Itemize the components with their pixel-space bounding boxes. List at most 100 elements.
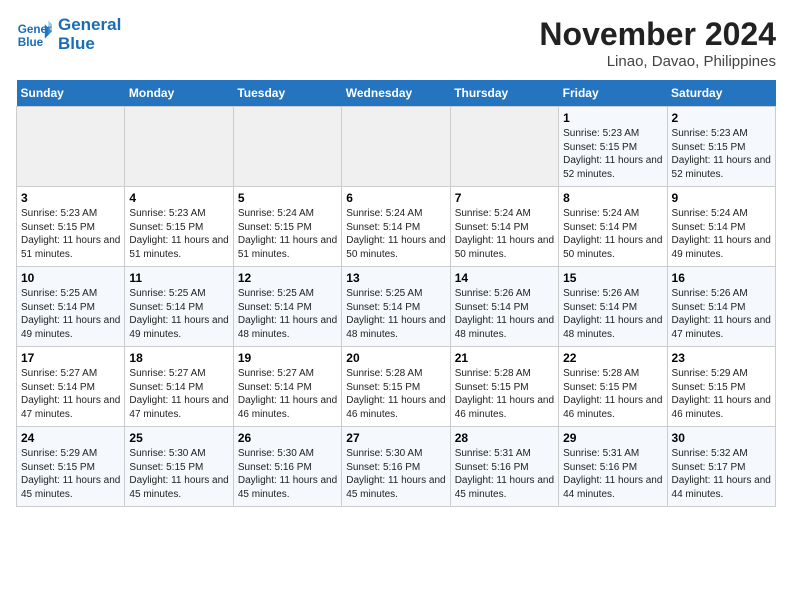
day-info: Sunrise: 5:24 AMSunset: 5:15 PMDaylight:…	[238, 207, 337, 261]
calendar-table: SundayMondayTuesdayWednesdayThursdayFrid…	[16, 80, 776, 507]
weekday-header-wednesday: Wednesday	[342, 80, 450, 107]
page-header: General Blue General Blue November 2024 …	[16, 16, 776, 70]
svg-text:Blue: Blue	[18, 35, 44, 48]
day-info: Sunrise: 5:24 AMSunset: 5:14 PMDaylight:…	[672, 207, 771, 261]
calendar-cell: 13 Sunrise: 5:25 AMSunset: 5:14 PMDayligh…	[342, 267, 450, 347]
day-number: 6	[346, 191, 445, 205]
day-number: 11	[129, 271, 228, 285]
calendar-cell: 11Sunrise: 5:25 AMSunset: 5:14 PMDayligh…	[125, 267, 233, 347]
weekday-header-row: SundayMondayTuesdayWednesdayThursdayFrid…	[17, 80, 776, 107]
weekday-header-friday: Friday	[559, 80, 667, 107]
calendar-week-5: 24Sunrise: 5:29 AMSunset: 5:15 PMDayligh…	[17, 427, 776, 507]
logo-icon: General Blue	[16, 17, 52, 53]
calendar-cell: 16Sunrise: 5:26 AMSunset: 5:14 PMDayligh…	[667, 267, 775, 347]
calendar-cell: 21Sunrise: 5:28 AMSunset: 5:15 PMDayligh…	[450, 347, 558, 427]
day-info: Sunrise: 5:24 AMSunset: 5:14 PMDaylight:…	[563, 207, 662, 261]
day-number: 17	[21, 351, 120, 365]
weekday-header-monday: Monday	[125, 80, 233, 107]
day-number: 3	[21, 191, 120, 205]
calendar-cell: 12Sunrise: 5:25 AMSunset: 5:14 PMDayligh…	[233, 267, 341, 347]
day-info: Sunrise: 5:27 AMSunset: 5:14 PMDaylight:…	[238, 367, 337, 421]
calendar-cell	[342, 107, 450, 187]
calendar-cell: 7 Sunrise: 5:24 AMSunset: 5:14 PMDaylight…	[450, 187, 558, 267]
day-info: Sunrise: 5:23 AMSunset: 5:15 PMDaylight:…	[129, 207, 228, 261]
day-number: 4	[129, 191, 228, 205]
day-info: Sunrise: 5:27 AMSunset: 5:14 PMDaylight:…	[21, 367, 120, 421]
day-info: Sunrise: 5:30 AMSunset: 5:16 PMDaylight:…	[346, 447, 445, 501]
day-number: 8	[563, 191, 662, 205]
calendar-week-1: 1 Sunrise: 5:23 AMSunset: 5:15 PMDaylight…	[17, 107, 776, 187]
day-info: Sunrise: 5:28 AMSunset: 5:15 PMDaylight:…	[563, 367, 662, 421]
calendar-cell: 15 Sunrise: 5:26 AMSunset: 5:14 PMDayligh…	[559, 267, 667, 347]
day-number: 7	[455, 191, 554, 205]
calendar-cell: 10 Sunrise: 5:25 AMSunset: 5:14 PMDayligh…	[17, 267, 125, 347]
calendar-week-2: 3 Sunrise: 5:23 AMSunset: 5:15 PMDaylight…	[17, 187, 776, 267]
day-number: 20	[346, 351, 445, 365]
calendar-cell: 1 Sunrise: 5:23 AMSunset: 5:15 PMDaylight…	[559, 107, 667, 187]
calendar-cell: 17 Sunrise: 5:27 AMSunset: 5:14 PMDayligh…	[17, 347, 125, 427]
day-info: Sunrise: 5:24 AMSunset: 5:14 PMDaylight:…	[455, 207, 554, 261]
day-info: Sunrise: 5:25 AMSunset: 5:14 PMDaylight:…	[21, 287, 120, 341]
calendar-week-4: 17 Sunrise: 5:27 AMSunset: 5:14 PMDayligh…	[17, 347, 776, 427]
calendar-cell: 4 Sunrise: 5:23 AMSunset: 5:15 PMDaylight…	[125, 187, 233, 267]
calendar-cell	[450, 107, 558, 187]
day-number: 15	[563, 271, 662, 285]
day-info: Sunrise: 5:29 AMSunset: 5:15 PMDaylight:…	[21, 447, 120, 501]
title-block: November 2024 Linao, Davao, Philippines	[539, 16, 776, 70]
calendar-cell: 19 Sunrise: 5:27 AMSunset: 5:14 PMDayligh…	[233, 347, 341, 427]
day-info: Sunrise: 5:31 AMSunset: 5:16 PMDaylight:…	[455, 447, 554, 501]
day-info: Sunrise: 5:23 AMSunset: 5:15 PMDaylight:…	[21, 207, 120, 261]
day-info: Sunrise: 5:25 AMSunset: 5:14 PMDaylight:…	[346, 287, 445, 341]
calendar-cell	[17, 107, 125, 187]
day-number: 21	[455, 351, 554, 365]
day-number: 28	[455, 431, 554, 445]
day-info: Sunrise: 5:25 AMSunset: 5:14 PMDaylight:…	[238, 287, 337, 341]
logo-wordmark: General Blue	[58, 16, 121, 53]
day-number: 25	[129, 431, 228, 445]
day-number: 27	[346, 431, 445, 445]
calendar-cell: 8 Sunrise: 5:24 AMSunset: 5:14 PMDaylight…	[559, 187, 667, 267]
calendar-cell	[233, 107, 341, 187]
page-title: November 2024	[539, 16, 776, 53]
day-number: 14	[455, 271, 554, 285]
day-number: 22	[563, 351, 662, 365]
calendar-cell: 5 Sunrise: 5:24 AMSunset: 5:15 PMDaylight…	[233, 187, 341, 267]
day-info: Sunrise: 5:26 AMSunset: 5:14 PMDaylight:…	[563, 287, 662, 341]
calendar-cell: 23Sunrise: 5:29 AMSunset: 5:15 PMDayligh…	[667, 347, 775, 427]
day-number: 19	[238, 351, 337, 365]
calendar-cell: 26 Sunrise: 5:30 AMSunset: 5:16 PMDayligh…	[233, 427, 341, 507]
page-subtitle: Linao, Davao, Philippines	[539, 53, 776, 70]
day-number: 10	[21, 271, 120, 285]
calendar-cell: 28 Sunrise: 5:31 AMSunset: 5:16 PMDayligh…	[450, 427, 558, 507]
calendar-cell: 9 Sunrise: 5:24 AMSunset: 5:14 PMDaylight…	[667, 187, 775, 267]
day-info: Sunrise: 5:26 AMSunset: 5:14 PMDaylight:…	[672, 287, 771, 341]
calendar-cell: 3 Sunrise: 5:23 AMSunset: 5:15 PMDaylight…	[17, 187, 125, 267]
day-number: 23	[672, 351, 771, 365]
calendar-cell: 2Sunrise: 5:23 AMSunset: 5:15 PMDaylight…	[667, 107, 775, 187]
day-info: Sunrise: 5:23 AMSunset: 5:15 PMDaylight:…	[672, 127, 771, 181]
calendar-cell: 14 Sunrise: 5:26 AMSunset: 5:14 PMDayligh…	[450, 267, 558, 347]
day-number: 26	[238, 431, 337, 445]
day-info: Sunrise: 5:23 AMSunset: 5:15 PMDaylight:…	[563, 127, 662, 181]
weekday-header-sunday: Sunday	[17, 80, 125, 107]
day-info: Sunrise: 5:27 AMSunset: 5:14 PMDaylight:…	[129, 367, 228, 421]
calendar-header: SundayMondayTuesdayWednesdayThursdayFrid…	[17, 80, 776, 107]
day-number: 1	[563, 111, 662, 125]
day-info: Sunrise: 5:30 AMSunset: 5:15 PMDaylight:…	[129, 447, 228, 501]
day-info: Sunrise: 5:31 AMSunset: 5:16 PMDaylight:…	[563, 447, 662, 501]
day-number: 9	[672, 191, 771, 205]
calendar-cell: 29Sunrise: 5:31 AMSunset: 5:16 PMDayligh…	[559, 427, 667, 507]
calendar-cell: 25 Sunrise: 5:30 AMSunset: 5:15 PMDayligh…	[125, 427, 233, 507]
calendar-cell	[125, 107, 233, 187]
day-number: 18	[129, 351, 228, 365]
day-info: Sunrise: 5:30 AMSunset: 5:16 PMDaylight:…	[238, 447, 337, 501]
calendar-body: 1 Sunrise: 5:23 AMSunset: 5:15 PMDaylight…	[17, 107, 776, 507]
calendar-cell: 6Sunrise: 5:24 AMSunset: 5:14 PMDaylight…	[342, 187, 450, 267]
day-number: 5	[238, 191, 337, 205]
weekday-header-thursday: Thursday	[450, 80, 558, 107]
logo: General Blue General Blue	[16, 16, 121, 53]
day-info: Sunrise: 5:26 AMSunset: 5:14 PMDaylight:…	[455, 287, 554, 341]
day-number: 13	[346, 271, 445, 285]
calendar-cell: 20Sunrise: 5:28 AMSunset: 5:15 PMDayligh…	[342, 347, 450, 427]
day-number: 30	[672, 431, 771, 445]
